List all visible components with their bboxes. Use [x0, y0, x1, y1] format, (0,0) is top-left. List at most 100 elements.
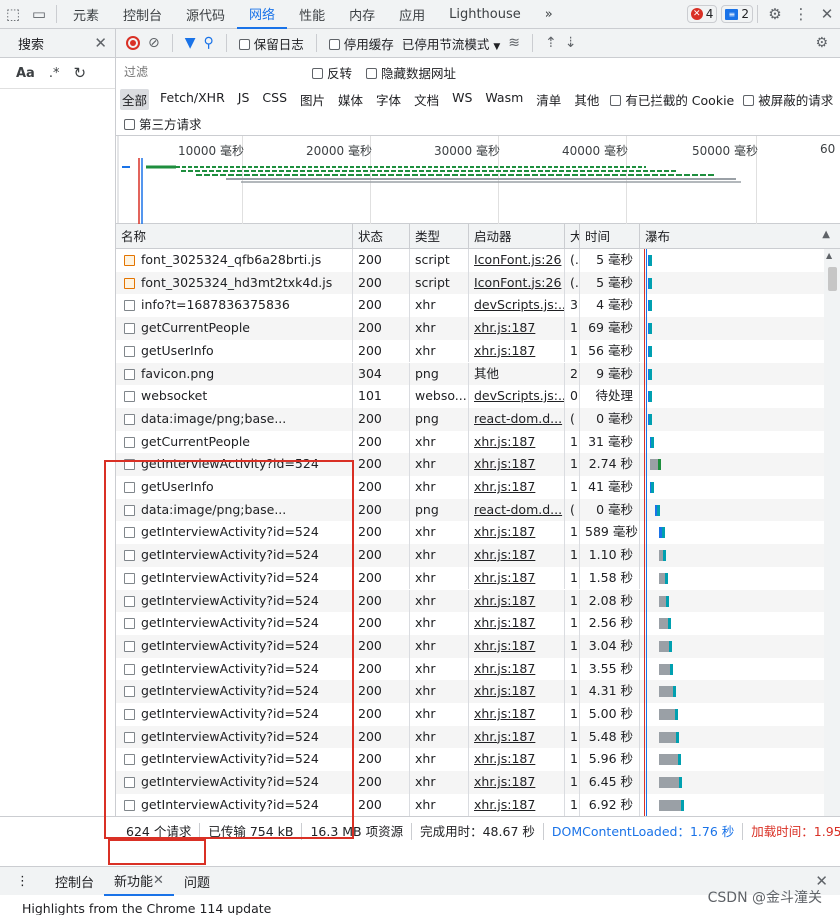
table-row[interactable]: getCurrentPeople 200 xhr xhr.js:187 1. 69 毫秒 — [116, 317, 824, 340]
scrollbar-thumb[interactable] — [828, 267, 837, 291]
type-filter-1[interactable]: Fetch/XHR — [158, 89, 227, 110]
table-row[interactable]: getInterviewActivity?id=524 200 xhr xhr.js:… — [116, 544, 824, 567]
cell-initiator[interactable]: xhr.js:187 — [469, 544, 565, 567]
type-filter-7[interactable]: 文档 — [412, 89, 441, 110]
more-options-icon[interactable]: ⋮ — [788, 0, 814, 29]
search-icon[interactable]: ⚲ — [204, 35, 214, 51]
table-row[interactable]: info?t=1687836375836 200 xhr devScripts.js:… — [116, 294, 824, 318]
table-row[interactable]: data:image/png;base... 200 png react-dom.d.… — [116, 407, 824, 431]
table-row[interactable]: font_3025324_qfb6a28brti.js 200 script Icon… — [116, 249, 824, 272]
sort-ascending-icon[interactable]: ▲ — [822, 229, 830, 240]
timeline-overview[interactable]: 10000 毫秒 20000 毫秒 30000 毫秒 40000 毫秒 50000 毫秒… — [116, 136, 840, 224]
table-row[interactable]: getInterviewActivity?id=524 200 xhr xhr.js:… — [116, 771, 824, 794]
messages-badge[interactable]: ≡ 2 — [721, 5, 753, 23]
table-row[interactable]: font_3025324_hd3mt2txk4d.js 200 script Icon… — [116, 271, 824, 295]
cell-initiator[interactable]: xhr.js:187 — [469, 521, 565, 545]
tab-5[interactable]: 内存 — [337, 0, 387, 29]
table-row[interactable]: favicon.png 304 png 其他 2. 9 毫秒 — [116, 362, 824, 386]
tab-1[interactable]: 控制台 — [111, 0, 174, 29]
type-filter-10[interactable]: 清单 — [534, 89, 563, 110]
cell-initiator[interactable]: IconFont.js:26 — [469, 249, 565, 272]
throttle-select[interactable]: 已停用节流模式 ▼ — [402, 34, 500, 53]
tab-2[interactable]: 源代码 — [174, 0, 237, 29]
disable-cache-checkbox[interactable]: 停用缓存 — [328, 34, 394, 53]
cell-initiator[interactable]: xhr.js:187 — [469, 703, 565, 726]
filter-icon[interactable]: ▼ — [185, 35, 196, 51]
type-filter-8[interactable]: WS — [450, 89, 474, 110]
invert-checkbox[interactable]: 反转 — [312, 63, 352, 82]
close-devtools-icon[interactable]: ✕ — [814, 0, 840, 29]
device-toolbar-icon[interactable]: ▭ — [26, 0, 52, 29]
tab-4[interactable]: 性能 — [287, 0, 337, 29]
inspect-element-icon[interactable]: ⬚ — [0, 0, 26, 29]
column-initiator[interactable]: 启动器 — [469, 224, 565, 249]
filter-input[interactable] — [120, 62, 298, 82]
table-row[interactable]: getInterviewActivity?id=524 200 xhr xhr.js:… — [116, 703, 824, 726]
table-row[interactable]: getInterviewActivity?id=524 200 xhr xhr.js:… — [116, 612, 824, 635]
table-row[interactable]: getInterviewActivity?id=524 200 xhr xhr.js:… — [116, 748, 824, 772]
cell-initiator[interactable]: devScripts.js:... — [469, 385, 565, 408]
drawer-tab-2[interactable]: 问题 — [174, 867, 220, 896]
close-tab-icon[interactable]: ✕ — [153, 873, 164, 888]
drawer-tab-1[interactable]: 新功能 ✕ — [104, 867, 174, 896]
cell-initiator[interactable]: xhr.js:187 — [469, 589, 565, 613]
errors-badge[interactable]: ✕ 4 — [686, 5, 718, 23]
record-icon[interactable] — [126, 36, 140, 50]
match-case-button[interactable]: Aa — [16, 66, 35, 81]
type-filter-11[interactable]: 其他 — [572, 89, 601, 110]
type-filter-0[interactable]: 全部 — [120, 88, 150, 110]
cell-initiator[interactable]: xhr.js:187 — [469, 339, 565, 363]
import-har-icon[interactable]: ⇡ — [545, 35, 557, 51]
column-time[interactable]: 时间 — [580, 224, 640, 249]
cell-initiator[interactable]: xhr.js:187 — [469, 634, 565, 658]
hide-data-urls-checkbox[interactable]: 隐藏数据网址 — [366, 63, 456, 82]
cell-initiator[interactable]: xhr.js:187 — [469, 657, 565, 681]
export-har-icon[interactable]: ⇣ — [565, 35, 577, 51]
type-filter-4[interactable]: 图片 — [298, 89, 327, 110]
cell-initiator[interactable]: xhr.js:187 — [469, 430, 565, 454]
cell-initiator[interactable]: devScripts.js:... — [469, 294, 565, 318]
table-row[interactable]: getInterviewActivity?id=524 200 xhr xhr.js:… — [116, 589, 824, 613]
close-search-icon[interactable]: ✕ — [94, 34, 107, 52]
table-row[interactable]: getInterviewActivity?id=524 200 xhr xhr.js:… — [116, 793, 824, 817]
scroll-up-icon[interactable]: ▲ — [826, 251, 832, 260]
more-tabs-button[interactable]: » — [533, 0, 565, 29]
cell-initiator[interactable]: xhr.js:187 — [469, 317, 565, 340]
table-row[interactable]: data:image/png;base... 200 png react-dom.d.… — [116, 498, 824, 522]
cell-initiator[interactable]: xhr.js:187 — [469, 725, 565, 749]
settings-gear-icon[interactable]: ⚙ — [762, 0, 788, 29]
table-row[interactable]: getInterviewActivity?id=524 200 xhr xhr.js:… — [116, 521, 824, 545]
tab-6[interactable]: 应用 — [387, 0, 437, 29]
column-name[interactable]: 名称 — [116, 224, 353, 249]
tab-7[interactable]: Lighthouse — [437, 0, 533, 29]
type-filter-3[interactable]: CSS — [260, 89, 289, 110]
clear-icon[interactable]: ⊘ — [148, 35, 160, 51]
table-row[interactable]: getInterviewActivity?id=524 200 xhr xhr.js:… — [116, 453, 824, 476]
drawer-menu-icon[interactable]: ⋮ — [0, 867, 45, 896]
table-row[interactable]: getInterviewActivity?id=524 200 xhr xhr.js:… — [116, 725, 824, 749]
cell-initiator[interactable]: react-dom.d... — [469, 407, 565, 431]
tab-0[interactable]: 元素 — [61, 0, 111, 29]
column-waterfall[interactable]: 瀑布 — [640, 224, 840, 249]
type-filter-6[interactable]: 字体 — [374, 89, 403, 110]
cell-initiator[interactable]: xhr.js:187 — [469, 771, 565, 794]
blocked-requests-checkbox[interactable]: 被屏蔽的请求 — [743, 90, 833, 109]
table-row[interactable]: getInterviewActivity?id=524 200 xhr xhr.js:… — [116, 657, 824, 681]
tab-3[interactable]: 网络 — [237, 0, 288, 29]
network-settings-gear-icon[interactable]: ⚙ — [815, 35, 828, 51]
regex-button[interactable]: .* — [49, 66, 60, 81]
table-row[interactable]: getInterviewActivity?id=524 200 xhr xhr.js:… — [116, 634, 824, 658]
table-row[interactable]: getUserInfo 200 xhr xhr.js:187 1. 56 毫秒 — [116, 339, 824, 363]
third-party-checkbox[interactable]: 第三方请求 — [124, 114, 202, 133]
table-scrollbar[interactable]: ▲ ▼ — [824, 249, 840, 836]
table-row[interactable]: getCurrentPeople 200 xhr xhr.js:187 1. 31 毫秒 — [116, 430, 824, 454]
table-row[interactable]: websocket 101 webso... devScripts.js:... 0. 待… — [116, 385, 824, 408]
type-filter-2[interactable]: JS — [236, 89, 252, 110]
column-size[interactable]: 大 — [565, 224, 580, 249]
type-filter-5[interactable]: 媒体 — [336, 89, 365, 110]
cell-initiator[interactable]: xhr.js:187 — [469, 476, 565, 499]
column-status[interactable]: 状态 — [353, 224, 410, 249]
column-type[interactable]: 类型 — [410, 224, 469, 249]
drawer-tab-0[interactable]: 控制台 — [45, 867, 104, 896]
blocked-cookies-checkbox[interactable]: 有已拦截的 Cookie — [610, 90, 734, 109]
